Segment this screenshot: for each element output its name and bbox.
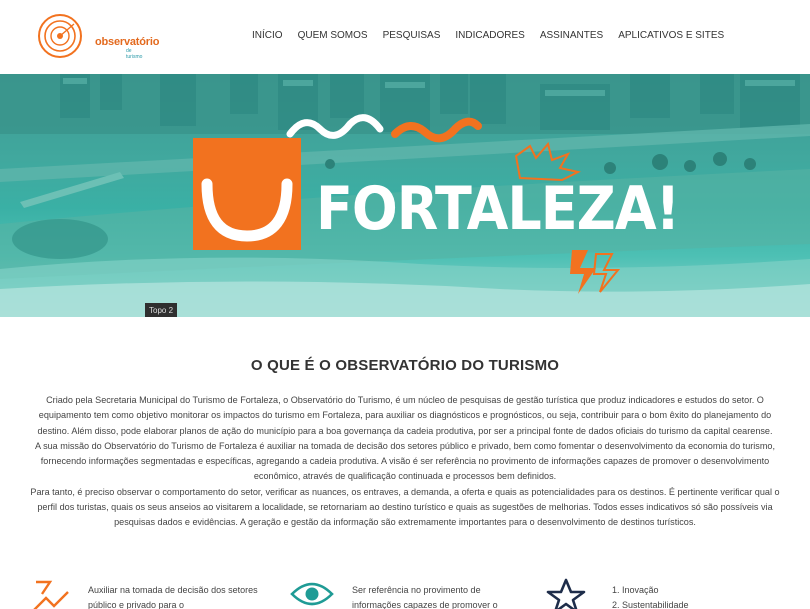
- fortaleza-logo-block: [193, 138, 301, 250]
- list-item: 2. Sustentabilidade: [612, 600, 689, 609]
- nav-item-aplicativos-e-sites[interactable]: APLICATIVOS E SITES: [618, 30, 724, 41]
- logo-wordmark: observatório: [95, 36, 160, 48]
- nav-item-inicio[interactable]: INÍCIO: [252, 30, 283, 41]
- about-paragraph: Criado pela Secretaria Municipal do Turi…: [37, 395, 773, 436]
- eye-icon: [290, 582, 334, 606]
- nav-item-pesquisas[interactable]: PESQUISAS: [383, 30, 441, 41]
- main-nav: INÍCIO QUEM SOMOS PESQUISAS INDICADORES …: [252, 30, 724, 41]
- logo[interactable]: observatório de turismo: [34, 8, 159, 64]
- feature-text: Auxiliar na tomada de decisão dos setore…: [88, 585, 258, 609]
- nav-item-indicadores[interactable]: INDICADORES: [455, 30, 524, 41]
- nav-item-assinantes[interactable]: ASSINANTES: [540, 30, 603, 41]
- about-paragraph: A sua missão do Observatório do Turismo …: [34, 440, 776, 482]
- section-title: O QUE É O OBSERVATÓRIO DO TURISMO: [250, 357, 560, 374]
- nav-item-quem-somos[interactable]: QUEM SOMOS: [298, 30, 368, 41]
- list-item: 1. Inovação: [612, 585, 659, 595]
- feature-values-list: 1. Inovação 2. Sustentabilidade: [612, 583, 782, 609]
- hero-banner[interactable]: FORTALEZA! Topo 2: [0, 74, 810, 317]
- smile-icon: [201, 178, 293, 242]
- star-icon: [546, 578, 586, 609]
- feature-text: Ser referência no provimento de informaç…: [352, 585, 498, 609]
- site-header: observatório de turismo INÍCIO QUEM SOMO…: [0, 0, 810, 74]
- about-text: Criado pela Secretaria Municipal do Turi…: [30, 393, 780, 531]
- logo-tagline: de turismo: [126, 48, 143, 60]
- about-paragraph: Para tanto, é preciso observar o comport…: [30, 486, 780, 528]
- growth-chart-icon: [33, 580, 69, 609]
- slide-label[interactable]: Topo 2: [145, 303, 178, 317]
- hero-headline: FORTALEZA!: [316, 174, 680, 244]
